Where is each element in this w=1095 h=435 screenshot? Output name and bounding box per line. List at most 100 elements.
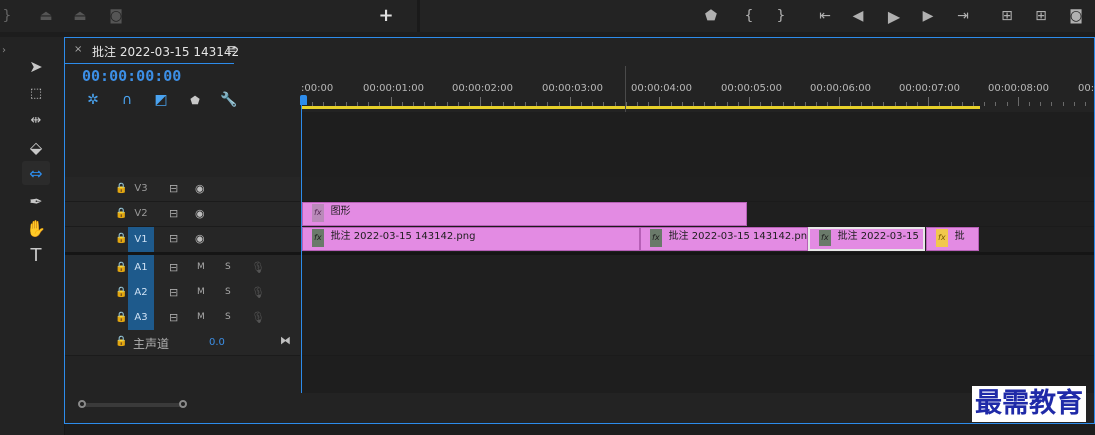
out-point-icon[interactable]: } xyxy=(0,6,14,26)
clip-graphic-v2[interactable]: fx 图形 xyxy=(302,202,747,226)
track-name-v1[interactable]: V1 xyxy=(128,227,154,252)
lock-icon[interactable]: 🔒 xyxy=(115,183,127,194)
ruler-time-label: 00:00:07:00 xyxy=(899,83,961,94)
pen-tool-icon[interactable]: ✒ xyxy=(22,189,50,213)
eye-icon[interactable]: ◉ xyxy=(195,182,205,195)
master-track-label: 主声道 xyxy=(133,337,170,351)
lock-icon[interactable]: 🔒 xyxy=(115,262,127,273)
microphone-icon[interactable]: 🎙 xyxy=(251,286,265,299)
clip-image-v1-a[interactable]: fx 批注 2022-03-15 143142.png xyxy=(302,227,640,251)
lock-icon[interactable]: 🔒 xyxy=(115,233,127,244)
track-name-a2[interactable]: A2 xyxy=(128,280,154,305)
solo-button[interactable]: S xyxy=(225,262,231,272)
mute-button[interactable]: M xyxy=(197,312,205,322)
export-frame-icon[interactable]: ◙ xyxy=(106,6,126,26)
wrench-icon[interactable]: 🔧 xyxy=(220,91,238,109)
extract-icon[interactable]: ⏏ xyxy=(70,6,90,26)
close-tab-icon[interactable]: × xyxy=(74,44,82,55)
lock-icon[interactable]: 🔒 xyxy=(115,312,127,323)
lock-icon[interactable]: 🔒 xyxy=(115,208,127,219)
mute-button[interactable]: M xyxy=(197,262,205,272)
lift-icon[interactable]: ⏏ xyxy=(36,6,56,26)
add-marker-icon[interactable]: ⬟ xyxy=(702,6,720,26)
microphone-icon[interactable]: 🎙 xyxy=(251,261,265,274)
zoom-scrollbar[interactable] xyxy=(82,403,184,407)
hand-tool-icon[interactable]: ✋ xyxy=(22,216,50,240)
slip-tool-icon[interactable]: ⇔ xyxy=(22,161,50,185)
nest-icon[interactable]: ✲ xyxy=(84,91,102,109)
go-to-in-icon[interactable]: ⇤ xyxy=(814,6,836,26)
sync-lock-icon[interactable]: ⊟ xyxy=(169,232,178,245)
track-header-v3[interactable]: 🔒 V3 ⊟ ◉ xyxy=(65,177,300,202)
track-header-master[interactable]: 🔒 主声道 0.0 ⧓ xyxy=(65,330,300,356)
sync-lock-icon[interactable]: ⊟ xyxy=(169,311,178,324)
track-lane-a3[interactable] xyxy=(301,305,1094,331)
track-header-a2[interactable]: 🔒 A2 ⊟ M S 🎙 xyxy=(65,280,300,306)
play-icon[interactable]: ▶ xyxy=(884,5,904,27)
camera-icon[interactable]: ◙ xyxy=(1066,6,1086,26)
master-volume-value[interactable]: 0.0 xyxy=(209,337,225,348)
go-to-end-icon[interactable]: ⧓ xyxy=(280,334,291,347)
eye-icon[interactable]: ◉ xyxy=(195,207,205,220)
fx-badge-icon: fx xyxy=(312,229,324,247)
ruler-time-label: :00:00 xyxy=(301,83,334,94)
track-lane-a1[interactable] xyxy=(301,255,1094,281)
sync-lock-icon[interactable]: ⊟ xyxy=(169,182,178,195)
clip-image-v1-c-selected[interactable]: fx 批注 2022-03-15 1 xyxy=(808,227,925,251)
track-lane-v3[interactable] xyxy=(301,177,1094,202)
selection-tool-icon[interactable]: ➤ xyxy=(22,54,50,78)
extract-icon-program[interactable]: ⊞ xyxy=(1030,6,1052,26)
step-forward-icon[interactable]: ▶ xyxy=(918,6,938,26)
track-name-v2[interactable]: V2 xyxy=(128,205,154,223)
zoom-handle-right[interactable] xyxy=(179,400,187,408)
lift-icon-program[interactable]: ⊞ xyxy=(996,6,1018,26)
track-name-a3[interactable]: A3 xyxy=(128,305,154,330)
sync-lock-icon[interactable]: ⊟ xyxy=(169,286,178,299)
sync-lock-icon[interactable]: ⊟ xyxy=(169,207,178,220)
add-marker-icon-timeline[interactable]: ⬟ xyxy=(187,91,203,109)
fx-badge-icon: fx xyxy=(936,229,948,247)
type-tool-icon[interactable]: T xyxy=(22,243,50,267)
eye-icon[interactable]: ◉ xyxy=(195,232,205,245)
mute-button[interactable]: M xyxy=(197,287,205,297)
track-name-a1[interactable]: A1 xyxy=(128,255,154,280)
lock-icon[interactable]: 🔒 xyxy=(115,287,127,298)
track-header-a3[interactable]: 🔒 A3 ⊟ M S 🎙 xyxy=(65,305,300,331)
panel-expand-icon[interactable]: › xyxy=(0,43,8,57)
step-back-icon[interactable]: ◀ xyxy=(848,6,868,26)
track-name-v3[interactable]: V3 xyxy=(128,180,154,198)
track-lane-a2[interactable] xyxy=(301,280,1094,306)
fx-badge-icon: fx xyxy=(650,229,662,247)
add-button-icon[interactable]: + xyxy=(376,4,396,26)
snap-icon[interactable]: ∩ xyxy=(118,91,136,109)
go-to-out-icon[interactable]: ⇥ xyxy=(952,6,974,26)
work-area-bar[interactable] xyxy=(301,106,980,109)
track-select-tool-icon[interactable]: ⬚ xyxy=(22,81,50,105)
panel-menu-icon[interactable]: ≡ xyxy=(226,42,237,57)
sequence-tab-title[interactable]: 批注 2022-03-15 143142 xyxy=(92,43,239,60)
ruler-tick xyxy=(839,97,840,106)
track-header-a1[interactable]: 🔒 A1 ⊟ M S 🎙 xyxy=(65,255,300,281)
sync-lock-icon[interactable]: ⊟ xyxy=(169,261,178,274)
ripple-edit-tool-icon[interactable]: ⇹ xyxy=(22,108,50,132)
mark-out-icon[interactable]: } xyxy=(772,6,790,26)
mark-in-icon[interactable]: { xyxy=(740,6,758,26)
linked-selection-icon[interactable]: ◩ xyxy=(152,91,170,109)
track-lane-master[interactable] xyxy=(301,330,1094,356)
track-header-v1[interactable]: 🔒 V1 ⊟ ◉ xyxy=(65,227,300,253)
time-ruler[interactable]: :00:00 00:00:01:00 00:00:02:00 00:00:03:00 0… xyxy=(300,64,1095,112)
clip-image-v1-b[interactable]: fx 批注 2022-03-15 143142.png xyxy=(640,227,808,251)
solo-button[interactable]: S xyxy=(225,312,231,322)
zoom-handle-left[interactable] xyxy=(78,400,86,408)
microphone-icon[interactable]: 🎙 xyxy=(251,311,265,324)
track-header-v2[interactable]: 🔒 V2 ⊟ ◉ xyxy=(65,202,300,227)
razor-tool-icon[interactable]: ⬙ xyxy=(22,135,50,159)
solo-button[interactable]: S xyxy=(225,287,231,297)
lock-icon[interactable]: 🔒 xyxy=(115,336,127,347)
ruler-time-label: 00:00:05:00 xyxy=(721,83,783,94)
track-header-empty xyxy=(65,356,300,393)
playhead-line[interactable] xyxy=(301,104,302,397)
clip-image-v1-d[interactable]: fx 批 xyxy=(926,227,979,251)
ruler-time-label: 00:0 xyxy=(1078,83,1095,94)
playhead-timecode[interactable]: 00:00:00:00 xyxy=(82,67,181,85)
